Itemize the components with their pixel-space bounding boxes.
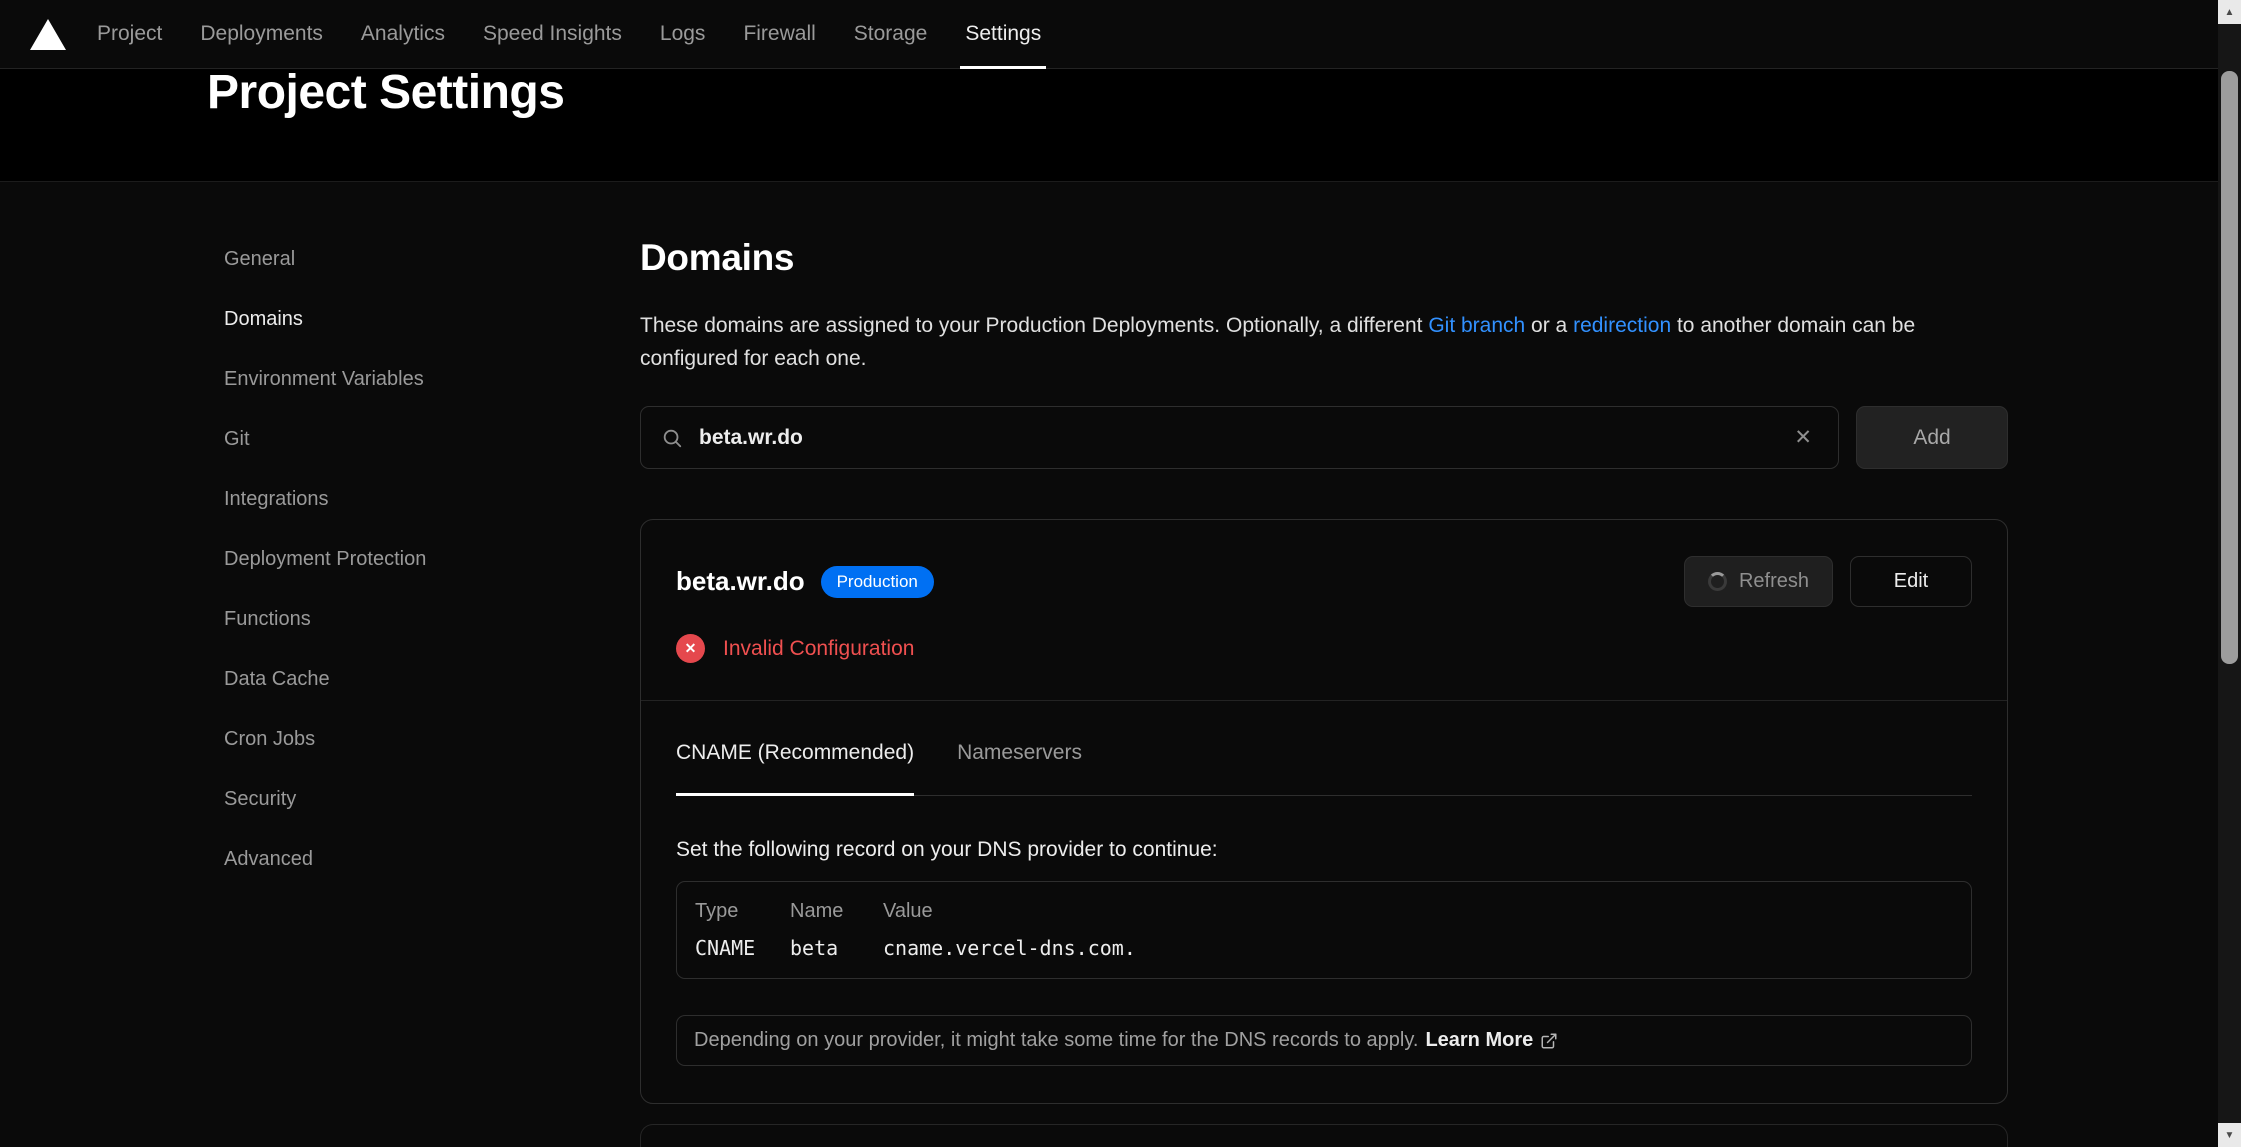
- sidebar-item-general[interactable]: General: [224, 229, 584, 289]
- tab-cname-recommended[interactable]: CNAME (Recommended): [676, 741, 914, 795]
- sidebar-item-functions[interactable]: Functions: [224, 589, 584, 649]
- domains-description: These domains are assigned to your Produ…: [640, 309, 2008, 375]
- status-text: Invalid Configuration: [723, 637, 914, 661]
- domain-name: beta.wr.do: [676, 566, 805, 597]
- dns-record-headers: Type Name Value: [695, 900, 1953, 923]
- domain-add-row: ✕ Add: [640, 406, 2008, 469]
- learn-more-label: Learn More: [1425, 1029, 1533, 1052]
- record-header-value: Value: [883, 900, 1953, 923]
- dns-note-box: Depending on your provider, it might tak…: [676, 1015, 1972, 1066]
- record-header-name: Name: [790, 900, 883, 923]
- domain-status-row: ✕ Invalid Configuration: [641, 634, 2007, 663]
- domain-card: beta.wr.do Production Refresh Edit ✕ Inv…: [640, 519, 2008, 1104]
- nav-item-deployments[interactable]: Deployments: [181, 0, 342, 68]
- nav-item-storage[interactable]: Storage: [835, 0, 947, 68]
- domain-input[interactable]: [699, 426, 1788, 450]
- sidebar-item-advanced[interactable]: Advanced: [224, 829, 584, 889]
- refresh-button-label: Refresh: [1739, 570, 1809, 593]
- scroll-up-icon[interactable]: ▲: [2218, 0, 2241, 24]
- nav-item-logs[interactable]: Logs: [641, 0, 725, 68]
- sidebar-item-cron-jobs[interactable]: Cron Jobs: [224, 709, 584, 769]
- sidebar-item-environment-variables[interactable]: Environment Variables: [224, 349, 584, 409]
- domain-card-header: beta.wr.do Production Refresh Edit: [641, 520, 2007, 607]
- dns-instruction: Set the following record on your DNS pro…: [676, 838, 1972, 862]
- record-value-type: CNAME: [695, 936, 790, 960]
- settings-sidebar: General Domains Environment Variables Gi…: [224, 229, 584, 889]
- spinner-icon: [1708, 572, 1727, 591]
- record-tabs: CNAME (Recommended) Nameservers: [676, 701, 1972, 796]
- description-text-1: These domains are assigned to your Produ…: [640, 314, 1428, 337]
- sidebar-item-domains[interactable]: Domains: [224, 289, 584, 349]
- nav-item-speed-insights[interactable]: Speed Insights: [464, 0, 641, 68]
- next-card-partial: [640, 1124, 2008, 1147]
- tab-nameservers[interactable]: Nameservers: [957, 741, 1082, 795]
- record-value-name: beta: [790, 936, 883, 960]
- section-title: Domains: [640, 237, 2008, 279]
- page-header: Project Settings: [0, 69, 2218, 182]
- sidebar-item-security[interactable]: Security: [224, 769, 584, 829]
- external-link-icon: [1540, 1032, 1558, 1050]
- domain-search-box: ✕: [640, 406, 1839, 469]
- nav-item-firewall[interactable]: Firewall: [724, 0, 834, 68]
- record-value-value: cname.vercel-dns.com.: [883, 936, 1953, 960]
- domains-section: Domains These domains are assigned to yo…: [640, 182, 2008, 1147]
- sidebar-item-integrations[interactable]: Integrations: [224, 469, 584, 529]
- clear-input-icon[interactable]: ✕: [1788, 425, 1818, 450]
- sidebar-item-data-cache[interactable]: Data Cache: [224, 649, 584, 709]
- production-badge: Production: [821, 566, 934, 598]
- search-icon: [661, 427, 683, 449]
- dns-record-values: CNAME beta cname.vercel-dns.com.: [695, 936, 1953, 960]
- vercel-logo-icon[interactable]: [28, 0, 68, 68]
- learn-more-link[interactable]: Learn More: [1425, 1029, 1558, 1052]
- add-domain-button[interactable]: Add: [1856, 406, 2008, 469]
- edit-button[interactable]: Edit: [1850, 556, 1972, 607]
- top-navigation: Project Deployments Analytics Speed Insi…: [0, 0, 2218, 69]
- record-header-type: Type: [695, 900, 790, 923]
- error-x-icon: ✕: [676, 634, 705, 663]
- nav-item-analytics[interactable]: Analytics: [342, 0, 464, 68]
- git-branch-link[interactable]: Git branch: [1428, 314, 1525, 337]
- scrollbar-thumb[interactable]: [2221, 71, 2238, 664]
- sidebar-item-deployment-protection[interactable]: Deployment Protection: [224, 529, 584, 589]
- note-text: Depending on your provider, it might tak…: [694, 1029, 1418, 1052]
- sidebar-item-git[interactable]: Git: [224, 409, 584, 469]
- description-text-2: or a: [1525, 314, 1573, 337]
- nav-item-project[interactable]: Project: [78, 0, 181, 68]
- redirection-link[interactable]: redirection: [1573, 314, 1671, 337]
- nav-item-settings[interactable]: Settings: [946, 0, 1060, 68]
- triangle-logo-shape: [30, 19, 66, 50]
- scroll-down-icon[interactable]: ▼: [2218, 1123, 2241, 1147]
- refresh-button[interactable]: Refresh: [1684, 556, 1833, 607]
- dns-record-box: Type Name Value CNAME beta cname.vercel-…: [676, 881, 1972, 979]
- scrollbar[interactable]: ▲ ▼: [2218, 0, 2241, 1147]
- page-title: Project Settings: [207, 65, 564, 120]
